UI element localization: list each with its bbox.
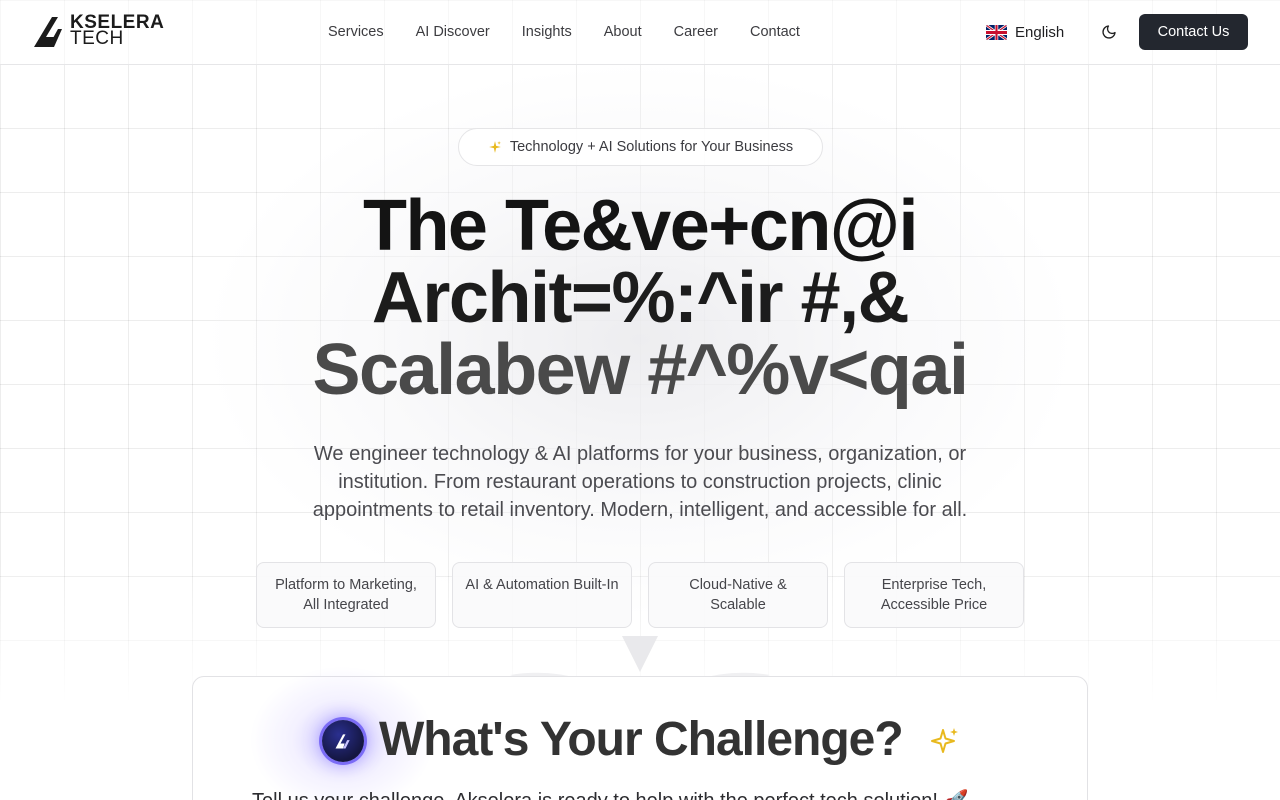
nav-insights[interactable]: Insights [506, 24, 588, 40]
assistant-logo-icon [335, 734, 350, 749]
theme-toggle-button[interactable] [1096, 18, 1122, 46]
sparkles-icon [931, 728, 958, 753]
feature-line: Platform to Marketing, [275, 577, 417, 593]
moon-icon [1102, 25, 1116, 39]
feature-list: Platform to Marketing, All Integrated AI… [256, 562, 1024, 628]
hero-title-line-1: The Te&ve+cn@i [362, 186, 919, 266]
feature-card: Cloud-Native & Scalable [648, 562, 828, 628]
feature-line: Accessible Price [880, 597, 988, 613]
logo[interactable]: KSELERA TECH [32, 13, 164, 49]
logo-mark-icon [34, 17, 62, 47]
feature-line: Enterprise Tech, [881, 577, 987, 593]
hero-title-line-3: Scalabew #^%v<qai [312, 330, 969, 410]
nav-career[interactable]: Career [658, 24, 734, 40]
challenge-subtitle: Tell us your challenge. Akselera is read… [252, 788, 1028, 800]
nav-services[interactable]: Services [312, 24, 400, 40]
feature-card: Platform to Marketing, All Integrated [256, 562, 436, 628]
feature-card: AI & Automation Built-In [452, 562, 632, 628]
language-label: English [1015, 23, 1065, 41]
site-header: KSELERA TECH Services AI Discover Insigh… [0, 0, 1280, 65]
feature-line: All Integrated [303, 597, 389, 613]
hero-badge: Technology + AI Solutions for Your Busin… [458, 128, 823, 166]
nav-contact[interactable]: Contact [734, 24, 816, 40]
hero-description: We engineer technology & AI platforms fo… [312, 443, 968, 521]
nav-about[interactable]: About [588, 24, 658, 40]
feature-card: Enterprise Tech, Accessible Price [844, 562, 1024, 628]
assistant-avatar [322, 720, 364, 762]
hero-title: The Te&ve+cn@i Archit=%:^ir #,& Scalabew… [240, 190, 1040, 406]
sparkle-icon [488, 141, 501, 153]
challenge-title: What's Your Challenge? [379, 713, 904, 766]
uk-flag-icon [986, 24, 1007, 40]
language-selector[interactable]: English [986, 20, 1064, 44]
feature-line: Cloud-Native & [689, 577, 787, 593]
logo-text: KSELERA TECH [70, 13, 164, 49]
logo-line2: TECH [70, 28, 124, 49]
hero-title-line-2: Archit=%:^ir #,& [371, 258, 910, 338]
feature-line: AI & Automation Built-In [465, 577, 619, 593]
nav-ai-discover[interactable]: AI Discover [400, 24, 506, 40]
feature-line: Scalable [710, 597, 766, 613]
main-nav: Services AI Discover Insights About Care… [312, 0, 816, 64]
hero-badge-text: Technology + AI Solutions for Your Busin… [509, 139, 794, 155]
contact-us-button[interactable]: Contact Us [1139, 14, 1248, 50]
